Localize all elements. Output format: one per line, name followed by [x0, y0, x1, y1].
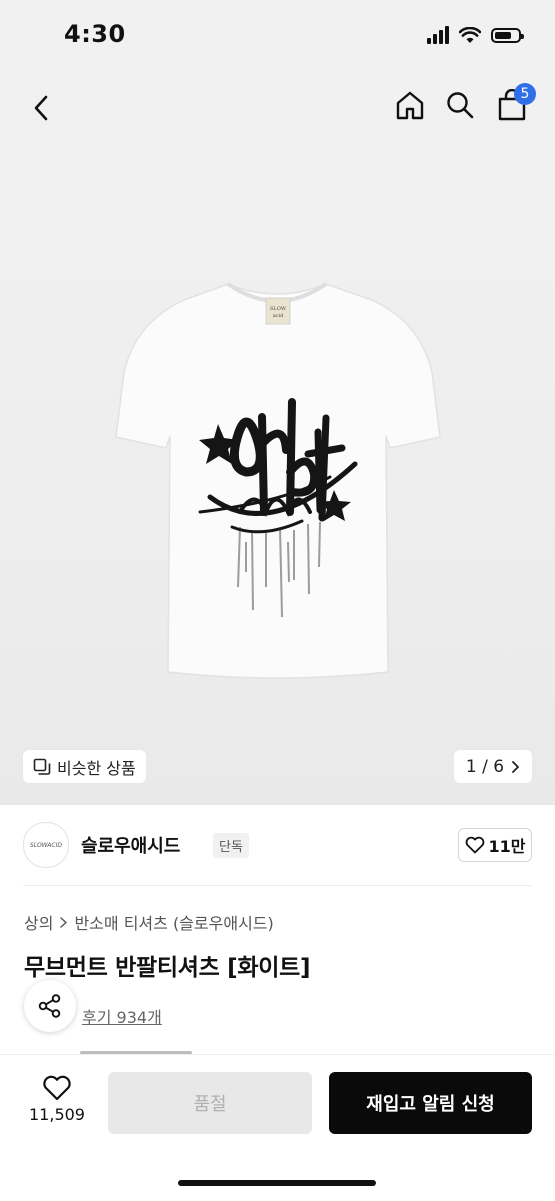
chevron-right-icon	[512, 760, 519, 773]
status-time: 4:30	[64, 20, 126, 48]
home-icon	[396, 91, 424, 120]
divider	[23, 885, 532, 886]
soldout-button: 품절	[108, 1072, 312, 1134]
breadcrumb-subcategory[interactable]: 반소매 티셔츠 (슬로우애시드)	[74, 910, 273, 934]
chevron-left-icon	[34, 95, 48, 121]
status-bar: 4:30	[0, 0, 555, 72]
brand-logo-text: SLOWACID	[29, 841, 62, 849]
cart-button[interactable]: 5	[492, 83, 536, 125]
heart-icon	[43, 1075, 71, 1101]
breadcrumb: 상의 반소매 티셔츠 (슬로우애시드)	[24, 910, 274, 934]
brand-like-count: 11만	[488, 837, 526, 856]
copy-icon	[33, 758, 51, 775]
status-icons	[427, 26, 524, 44]
exclusive-badge: 단독	[213, 833, 249, 858]
product-title: 무브먼트 반팔티셔츠 [화이트]	[24, 955, 311, 981]
heart-icon	[465, 836, 484, 854]
share-icon	[38, 994, 61, 1018]
wifi-icon	[459, 26, 481, 43]
product-image: SLOW acid	[115, 282, 441, 679]
brand-like-button[interactable]: 11만	[458, 828, 532, 862]
similar-products-button[interactable]: 비슷한 상품	[23, 750, 146, 783]
restock-alert-label: 재입고 알림 신청	[366, 1094, 495, 1115]
page-indicator: 1 / 6	[465, 756, 505, 777]
search-button[interactable]	[440, 85, 480, 125]
svg-text:SLOW: SLOW	[270, 306, 287, 312]
cart-count-badge: 5	[514, 83, 536, 105]
breadcrumb-category[interactable]: 상의	[24, 910, 53, 934]
similar-products-label: 비슷한 상품	[57, 758, 136, 778]
cellular-signal-icon	[427, 26, 449, 44]
home-indicator	[178, 1180, 376, 1186]
brand-logo[interactable]: SLOWACID	[23, 822, 69, 868]
back-button[interactable]	[22, 88, 62, 128]
brand-row: SLOWACID 슬로우애시드 단독 11만	[23, 822, 532, 872]
brand-name-link[interactable]: 슬로우애시드	[81, 832, 180, 858]
product-image-area[interactable]: SLOW acid	[0, 72, 555, 805]
wishlist-count: 11,509	[29, 1105, 85, 1124]
share-button[interactable]	[24, 980, 76, 1032]
battery-icon	[491, 27, 524, 43]
image-pager-button[interactable]: 1 / 6	[454, 750, 532, 783]
restock-alert-button[interactable]: 재입고 알림 신청	[329, 1072, 532, 1134]
chevron-right-icon	[60, 916, 68, 928]
soldout-label: 품절	[193, 1094, 227, 1115]
svg-text:acid: acid	[273, 313, 284, 319]
home-button[interactable]	[390, 85, 430, 125]
wishlist-button[interactable]: 11,509	[24, 1075, 90, 1135]
review-link[interactable]: 후기 934개	[82, 1004, 162, 1028]
search-icon	[447, 92, 474, 119]
